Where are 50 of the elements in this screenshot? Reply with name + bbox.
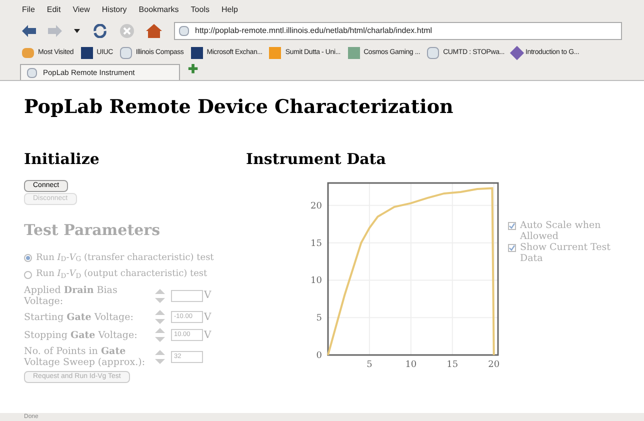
forward-arrow-icon[interactable]: [48, 25, 62, 37]
page-icon: [27, 68, 37, 78]
menu-item[interactable]: Edit: [46, 4, 61, 16]
reload-icon[interactable]: [92, 24, 108, 38]
field-label: No. of Points in Gate Voltage Sweep (approx.):: [24, 346, 146, 368]
menu-item[interactable]: File: [22, 4, 35, 16]
unit-label: V: [204, 328, 212, 342]
spinner-icon[interactable]: [155, 350, 165, 364]
axis-tick-label: 15: [310, 238, 322, 249]
field-label: Applied Drain Bias Voltage:: [24, 284, 118, 306]
menu-item[interactable]: History: [102, 4, 127, 16]
field-label: Stopping Gate Voltage:: [24, 330, 138, 340]
axis-tick-label: 20: [488, 360, 500, 370]
number-field[interactable]: [171, 290, 203, 302]
axis-tick-label: 0: [316, 351, 322, 361]
logo-icon: [80, 47, 93, 59]
spinner-icon[interactable]: [155, 288, 165, 302]
menu-item[interactable]: Help: [221, 4, 238, 16]
section-heading: Instrument Data: [246, 148, 386, 170]
axis-tick-label: 20: [310, 201, 322, 212]
checkbox[interactable]: [508, 244, 516, 252]
address-field[interactable]: http://poplab-remote.mntl.illinois.edu/netlab/html/charlab/index.html: [174, 22, 622, 40]
back-arrow-icon[interactable]: [22, 25, 36, 37]
axis-tick-label: 5: [366, 360, 372, 370]
axis-tick-label: 5: [316, 314, 322, 324]
unit-label: V: [204, 289, 212, 303]
page-icon: [427, 47, 440, 59]
folder-icon: [22, 48, 34, 58]
axis-tick-label: 10: [405, 360, 417, 370]
axis-tick-label: 15: [446, 360, 458, 370]
spinner-icon[interactable]: [155, 310, 165, 324]
axis-tick-label: 10: [310, 276, 322, 286]
spinner-icon[interactable]: [155, 328, 165, 342]
logo-icon: [190, 47, 203, 59]
menu-item[interactable]: View: [72, 4, 90, 16]
page-title: PopLab Remote Device Characterization: [24, 95, 454, 120]
page-icon: [120, 47, 132, 59]
section-heading: Initialize: [24, 148, 100, 170]
new-tab-button[interactable]: ✚: [188, 60, 198, 78]
stop-icon[interactable]: [120, 24, 134, 38]
menu-item[interactable]: Bookmarks: [138, 4, 179, 16]
square-icon: [269, 47, 282, 59]
caret-icon[interactable]: [74, 29, 80, 33]
home-icon[interactable]: [146, 24, 162, 38]
page-icon: [179, 26, 189, 36]
unit-label: V: [204, 310, 212, 324]
checkbox[interactable]: [508, 222, 516, 230]
menu-item[interactable]: Tools: [190, 4, 210, 16]
field-label: Starting Gate Voltage:: [24, 312, 134, 322]
section-heading: Test Parameters: [24, 220, 160, 241]
